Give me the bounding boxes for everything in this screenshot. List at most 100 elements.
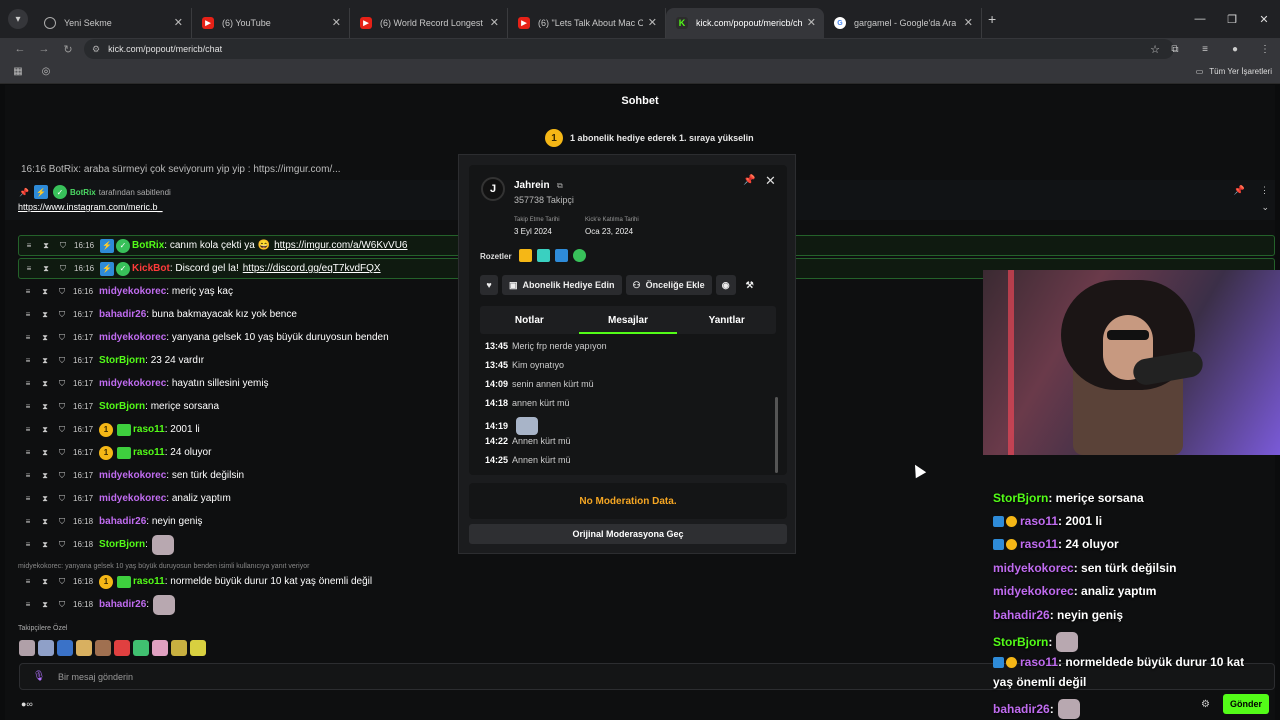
drag-handle-icon[interactable]: ≡: [21, 379, 35, 388]
shield-icon[interactable]: ⛉: [55, 471, 69, 481]
back-icon[interactable]: ←: [8, 43, 32, 55]
browser-tab[interactable]: ▶ (6) "Lets Talk About Mac OS" | A ✕: [508, 8, 666, 38]
chrome-icon[interactable]: ◎: [32, 66, 60, 77]
message-user[interactable]: midyekokorec: [99, 378, 166, 389]
drag-handle-icon[interactable]: ≡: [21, 540, 35, 549]
message-link[interactable]: https://discord.gg/eqT7kvdFQX: [243, 263, 381, 274]
drag-handle-icon[interactable]: ≡: [21, 287, 35, 296]
message-user[interactable]: bahadir26: [99, 309, 146, 320]
tab-notes[interactable]: Notlar: [480, 306, 579, 334]
message-user[interactable]: KickBot: [132, 263, 170, 274]
hourglass-icon[interactable]: ⧗: [39, 264, 53, 274]
new-tab-icon[interactable]: +: [988, 11, 996, 27]
message-user[interactable]: midyekokorec: [99, 286, 166, 297]
shield-icon[interactable]: ⛉: [55, 517, 69, 527]
shield-icon[interactable]: ⛉: [55, 540, 69, 550]
message-user[interactable]: midyekokorec: [99, 470, 166, 481]
emote[interactable]: [133, 640, 149, 656]
mic-icon[interactable]: 🎙: [30, 671, 48, 682]
chat-message[interactable]: ≡ ⧗ ⛉ 16:17 midyekokorec: hayatın sillesini …: [18, 373, 269, 394]
shield-icon[interactable]: ⛉: [55, 379, 69, 389]
drag-handle-icon[interactable]: ≡: [21, 333, 35, 342]
minimize-icon[interactable]: —: [1184, 0, 1216, 38]
tab-search-icon[interactable]: ▾: [8, 9, 28, 29]
emote[interactable]: [57, 640, 73, 656]
hourglass-icon[interactable]: ⧗: [38, 540, 52, 550]
close-icon[interactable]: ✕: [765, 173, 776, 189]
browser-tab[interactable]: Kkick.com/popout/mericb/chat ✕: [666, 8, 824, 38]
message-user[interactable]: BotRix: [132, 240, 164, 251]
browser-tab[interactable]: Ggargamel - Google'da Ara ✕: [824, 8, 982, 38]
media-icon[interactable]: ≡: [1190, 44, 1220, 55]
drag-handle-icon[interactable]: ≡: [22, 241, 36, 250]
site-info-icon[interactable]: ⚙: [92, 44, 100, 55]
send-button[interactable]: Gönder: [1223, 694, 1269, 714]
chat-message[interactable]: ≡ ⧗ ⛉ 16:17 StorBjorn: meriçe sorsana: [18, 396, 219, 417]
close-tab-icon[interactable]: ✕: [332, 16, 341, 29]
tab-messages[interactable]: Mesajlar: [578, 306, 678, 334]
hourglass-icon[interactable]: ⧗: [38, 356, 52, 366]
browser-tab[interactable]: Yeni Sekme ✕: [34, 8, 192, 38]
drag-handle-icon[interactable]: ≡: [21, 494, 35, 503]
shield-icon[interactable]: ⛉: [56, 241, 70, 251]
close-tab-icon[interactable]: ✕: [964, 16, 973, 29]
message-user[interactable]: StorBjorn: [99, 539, 145, 550]
chat-message[interactable]: ≡ ⧗ ⛉ 16:17 StorBjorn: 23 24 vardır: [18, 350, 204, 371]
emote[interactable]: [95, 640, 111, 656]
gift-sub-button[interactable]: ▣ Abonelik Hediye Edin: [502, 275, 622, 295]
hourglass-icon[interactable]: ⧗: [38, 425, 52, 435]
message-user[interactable]: midyekokorec: [99, 332, 166, 343]
drag-handle-icon[interactable]: ≡: [21, 356, 35, 365]
reload-icon[interactable]: ↻: [56, 43, 80, 56]
hourglass-icon[interactable]: ⧗: [38, 471, 52, 481]
shield-icon[interactable]: ⛉: [55, 310, 69, 320]
maximize-icon[interactable]: ❐: [1216, 0, 1248, 38]
chat-message[interactable]: ≡ ⧗ ⛉ 16:18 1 raso11: normelde büyük durur 10…: [18, 571, 372, 592]
shield-icon[interactable]: ⛉: [55, 600, 69, 610]
drag-handle-icon[interactable]: ≡: [21, 425, 35, 434]
pin-icon[interactable]: 📌: [743, 175, 755, 186]
more-icon[interactable]: ⋮: [1260, 185, 1269, 196]
drag-handle-icon[interactable]: ≡: [21, 577, 35, 586]
drag-handle-icon[interactable]: ≡: [21, 448, 35, 457]
hourglass-icon[interactable]: ⧗: [38, 517, 52, 527]
shield-icon[interactable]: ⛉: [55, 402, 69, 412]
message-link[interactable]: https://imgur.com/a/W6KvVU6: [274, 240, 407, 251]
follow-button[interactable]: ♥: [480, 275, 498, 295]
shield-icon[interactable]: ⛉: [55, 333, 69, 343]
shield-icon[interactable]: ⛉: [55, 448, 69, 458]
chat-message[interactable]: ≡ ⧗ ⛉ 16:17 midyekokorec: sen türk değilsin: [18, 465, 244, 486]
extensions-icon[interactable]: ⧉: [1160, 44, 1190, 55]
emote[interactable]: [190, 640, 206, 656]
hourglass-icon[interactable]: ⧗: [38, 287, 52, 297]
shield-icon[interactable]: ⛉: [55, 577, 69, 587]
bookmark-star-icon[interactable]: ☆: [1150, 43, 1160, 56]
sub-gift-promo[interactable]: 1 1 abonelik hediye ederek 1. sıraya yük…: [545, 127, 754, 149]
chat-message[interactable]: ≡ ⧗ ⛉ 16:18 StorBjorn:: [18, 534, 174, 555]
drag-handle-icon[interactable]: ≡: [21, 310, 35, 319]
shield-icon[interactable]: ⛉: [55, 356, 69, 366]
forward-icon[interactable]: →: [32, 43, 56, 55]
chat-message[interactable]: ≡ ⧗ ⛉ 16:17 midyekokorec: yanyana gelsek 10 …: [18, 327, 389, 348]
message-user[interactable]: StorBjorn: [99, 355, 145, 366]
close-tab-icon[interactable]: ✕: [490, 16, 499, 29]
close-window-icon[interactable]: ✕: [1248, 0, 1280, 38]
emote[interactable]: [152, 640, 168, 656]
chat-message[interactable]: ≡ ⧗ ⛉ 16:18 bahadir26:: [18, 594, 176, 615]
hourglass-icon[interactable]: ⧗: [38, 379, 52, 389]
tab-replies[interactable]: Yanıtlar: [677, 306, 776, 334]
hourglass-icon[interactable]: ⧗: [38, 448, 52, 458]
hourglass-icon[interactable]: ⧗: [38, 494, 52, 504]
close-tab-icon[interactable]: ✕: [648, 16, 657, 29]
message-user[interactable]: midyekokorec: [99, 493, 166, 504]
hourglass-icon[interactable]: ⧗: [38, 310, 52, 320]
chat-message[interactable]: ≡ ⧗ ⛉ 16:17 midyekokorec: analiz yaptım: [18, 488, 231, 509]
chevron-down-icon[interactable]: ⌄: [1261, 202, 1269, 213]
copy-icon[interactable]: ⧉: [557, 181, 563, 191]
browser-tab[interactable]: ▶ (6) YouTube ✕: [192, 8, 350, 38]
original-moderation-button[interactable]: Orijinal Moderasyona Geç: [469, 524, 787, 544]
emote[interactable]: [76, 640, 92, 656]
message-user[interactable]: StorBjorn: [99, 401, 145, 412]
drag-handle-icon[interactable]: ≡: [21, 402, 35, 411]
pin-icon[interactable]: 📌: [1234, 185, 1245, 196]
